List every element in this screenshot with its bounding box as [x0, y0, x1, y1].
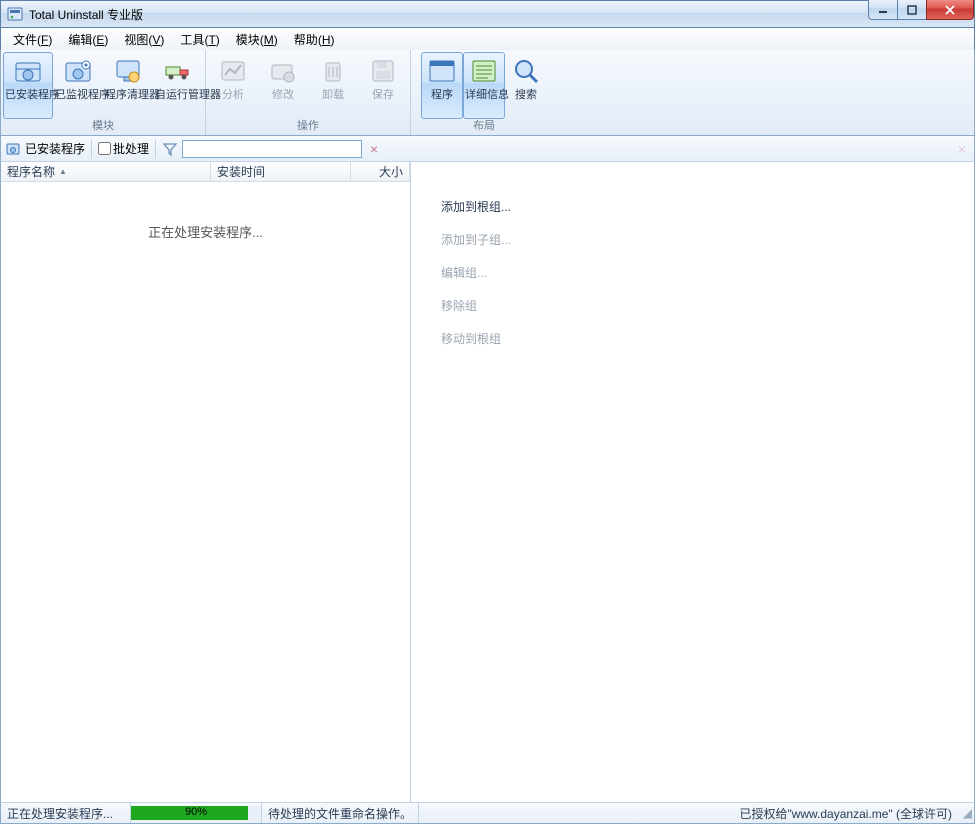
menu-tools[interactable]: 工具(T)	[172, 29, 227, 50]
status-pending: 待处理的文件重命名操作。	[262, 803, 419, 823]
loading-text: 正在处理安装程序...	[148, 222, 263, 241]
window-title: Total Uninstall 专业版	[29, 6, 143, 23]
ribbon-analyze[interactable]: 分析	[208, 52, 258, 119]
ribbon-program-view[interactable]: 程序	[421, 52, 463, 119]
sort-asc-icon: ▲	[59, 167, 67, 176]
context-pane: 添加到根组... 添加到子组... 编辑组... 移除组 移动到根组	[411, 162, 974, 802]
app-icon	[7, 6, 23, 22]
title-bar: Total Uninstall 专业版	[0, 0, 975, 28]
clear-search-button[interactable]: ×	[366, 141, 382, 157]
resize-grip[interactable]: ◢	[958, 806, 974, 820]
box-icon	[12, 55, 44, 87]
ctx-remove-group: 移除组	[441, 289, 974, 322]
ctx-move-root: 移动到根组	[441, 322, 974, 355]
menu-modules[interactable]: 模块(M)	[228, 29, 286, 50]
batch-checkbox-input[interactable]	[98, 142, 111, 155]
ribbon-installed-programs[interactable]: 已安装程序	[3, 52, 53, 119]
ribbon-search[interactable]: 搜索	[505, 52, 547, 119]
ribbon-group-actions: 分析 修改 卸载 保存 操作	[206, 50, 411, 135]
quick-bar: 已安装程序 批处理 × ×	[0, 136, 975, 162]
ribbon-group-label: 布局	[419, 119, 549, 135]
ribbon-group-layout: 程序 详细信息 搜索 布局	[419, 50, 549, 135]
status-progress: 90%	[131, 803, 262, 823]
box-eye-icon	[62, 55, 94, 87]
ribbon-group-label: 模块	[1, 119, 205, 135]
progress-percent: 90%	[131, 806, 261, 818]
main-area: 程序名称▲ 安装时间 大小 正在处理安装程序... 添加到根组... 添加到子组…	[0, 162, 975, 802]
ribbon-autorun[interactable]: 自运行管理器	[153, 52, 203, 119]
menu-file[interactable]: 文件(F)	[5, 29, 60, 50]
program-list-body: 正在处理安装程序...	[1, 182, 410, 802]
quickbar-installed-label: 已安装程序	[25, 140, 85, 157]
truck-icon	[162, 55, 194, 87]
ctx-add-child: 添加到子组...	[441, 223, 974, 256]
ribbon-cleaner[interactable]: 程序清理器	[103, 52, 153, 119]
menu-edit[interactable]: 编辑(E)	[60, 29, 116, 50]
separator	[91, 139, 92, 159]
ribbon-uninstall[interactable]: 卸载	[308, 52, 358, 119]
separator	[155, 139, 156, 159]
ribbon-toolbar: 已安装程序 已监视程序 程序清理器 自运行管理器 模块 分析	[0, 50, 975, 136]
minimize-button[interactable]	[868, 0, 898, 20]
window-icon	[426, 55, 458, 87]
filter-icon[interactable]	[162, 141, 178, 157]
monitor-clean-icon	[112, 55, 144, 87]
menu-help[interactable]: 帮助(H)	[286, 29, 343, 50]
col-install-time[interactable]: 安装时间	[211, 162, 351, 181]
ribbon-group-modules: 已安装程序 已监视程序 程序清理器 自运行管理器 模块	[1, 50, 206, 135]
status-bar: 正在处理安装程序... 90% 待处理的文件重命名操作。 已授权给"www.da…	[0, 802, 975, 824]
search-input[interactable]	[182, 140, 362, 158]
ribbon-monitored-programs[interactable]: 已监视程序	[53, 52, 103, 119]
installed-small-icon	[5, 141, 21, 157]
window-buttons	[869, 0, 974, 20]
magnifier-icon	[510, 55, 542, 87]
folder-gear-icon	[267, 55, 299, 87]
ctx-add-root[interactable]: 添加到根组...	[441, 190, 974, 223]
menu-bar: 文件(F) 编辑(E) 视图(V) 工具(T) 模块(M) 帮助(H)	[0, 28, 975, 50]
list-icon	[468, 55, 500, 87]
column-headers: 程序名称▲ 安装时间 大小	[1, 162, 410, 182]
col-size[interactable]: 大小	[351, 162, 410, 181]
status-license: 已授权给"www.dayanzai.me" (全球许可)	[733, 803, 958, 823]
col-name[interactable]: 程序名称▲	[1, 162, 211, 181]
ribbon-modify[interactable]: 修改	[258, 52, 308, 119]
batch-label: 批处理	[113, 140, 149, 157]
status-processing: 正在处理安装程序...	[1, 803, 131, 823]
ribbon-group-label: 操作	[206, 119, 410, 135]
program-list-pane: 程序名称▲ 安装时间 大小 正在处理安装程序...	[1, 162, 411, 802]
close-pane-button[interactable]: ×	[954, 141, 970, 157]
ribbon-details-view[interactable]: 详细信息	[463, 52, 505, 119]
chart-icon	[217, 55, 249, 87]
maximize-button[interactable]	[897, 0, 927, 20]
ctx-edit-group: 编辑组...	[441, 256, 974, 289]
recycle-icon	[317, 55, 349, 87]
ribbon-save[interactable]: 保存	[358, 52, 408, 119]
menu-view[interactable]: 视图(V)	[116, 29, 172, 50]
floppy-icon	[367, 55, 399, 87]
batch-checkbox[interactable]: 批处理	[98, 140, 149, 157]
close-button[interactable]	[926, 0, 974, 20]
